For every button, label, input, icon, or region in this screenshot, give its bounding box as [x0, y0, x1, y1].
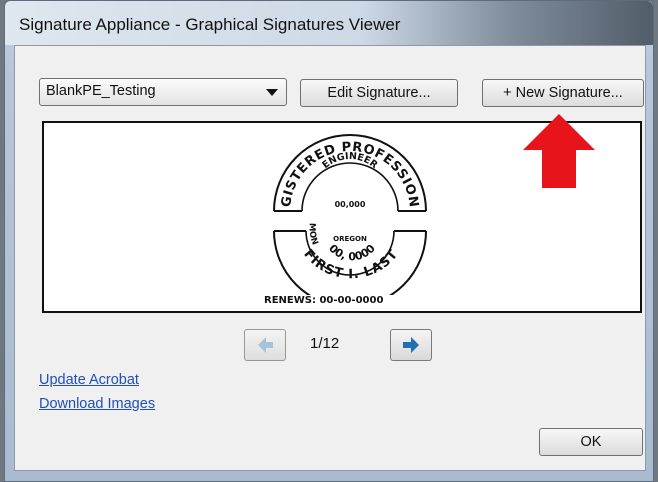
window-title: Signature Appliance - Graphical Signatur…	[19, 15, 401, 34]
signature-dropdown[interactable]: BlankPE_Testing	[39, 78, 287, 106]
update-acrobat-link[interactable]: Update Acrobat	[39, 372, 139, 388]
dialog-client-area: BlankPE_Testing Edit Signature... + New …	[14, 45, 646, 471]
stamp-left-word: MON	[307, 223, 320, 247]
download-images-link[interactable]: Download Images	[39, 396, 155, 412]
page-indicator: 1/12	[310, 335, 340, 352]
next-page-button[interactable]	[390, 329, 432, 361]
arrow-left-icon	[258, 337, 273, 353]
stamp-state: OREGON	[333, 235, 367, 243]
engineer-stamp-image: REGISTERED PROFESSIONAL ENGINEER 00,000 …	[262, 123, 427, 295]
red-callout-arrow	[523, 114, 595, 188]
stamp-number: 00,000	[335, 200, 366, 209]
ok-button[interactable]: OK	[539, 428, 643, 456]
stamp-renews: RENEWS: 00-00-0000	[264, 295, 384, 306]
new-signature-button[interactable]: + New Signature...	[482, 79, 644, 107]
title-bar[interactable]: Signature Appliance - Graphical Signatur…	[5, 1, 653, 45]
signature-dropdown-value: BlankPE_Testing	[46, 83, 156, 99]
previous-page-button[interactable]	[244, 329, 286, 361]
chevron-down-icon	[266, 89, 278, 96]
stamp-date: 00, 0000	[326, 242, 378, 264]
svg-text:00, 0000: 00, 0000	[326, 242, 378, 264]
svg-text:MON: MON	[307, 223, 320, 247]
edit-signature-button[interactable]: Edit Signature...	[300, 79, 458, 107]
signature-viewer-window: Signature Appliance - Graphical Signatur…	[4, 0, 654, 482]
arrow-right-icon	[403, 337, 419, 353]
